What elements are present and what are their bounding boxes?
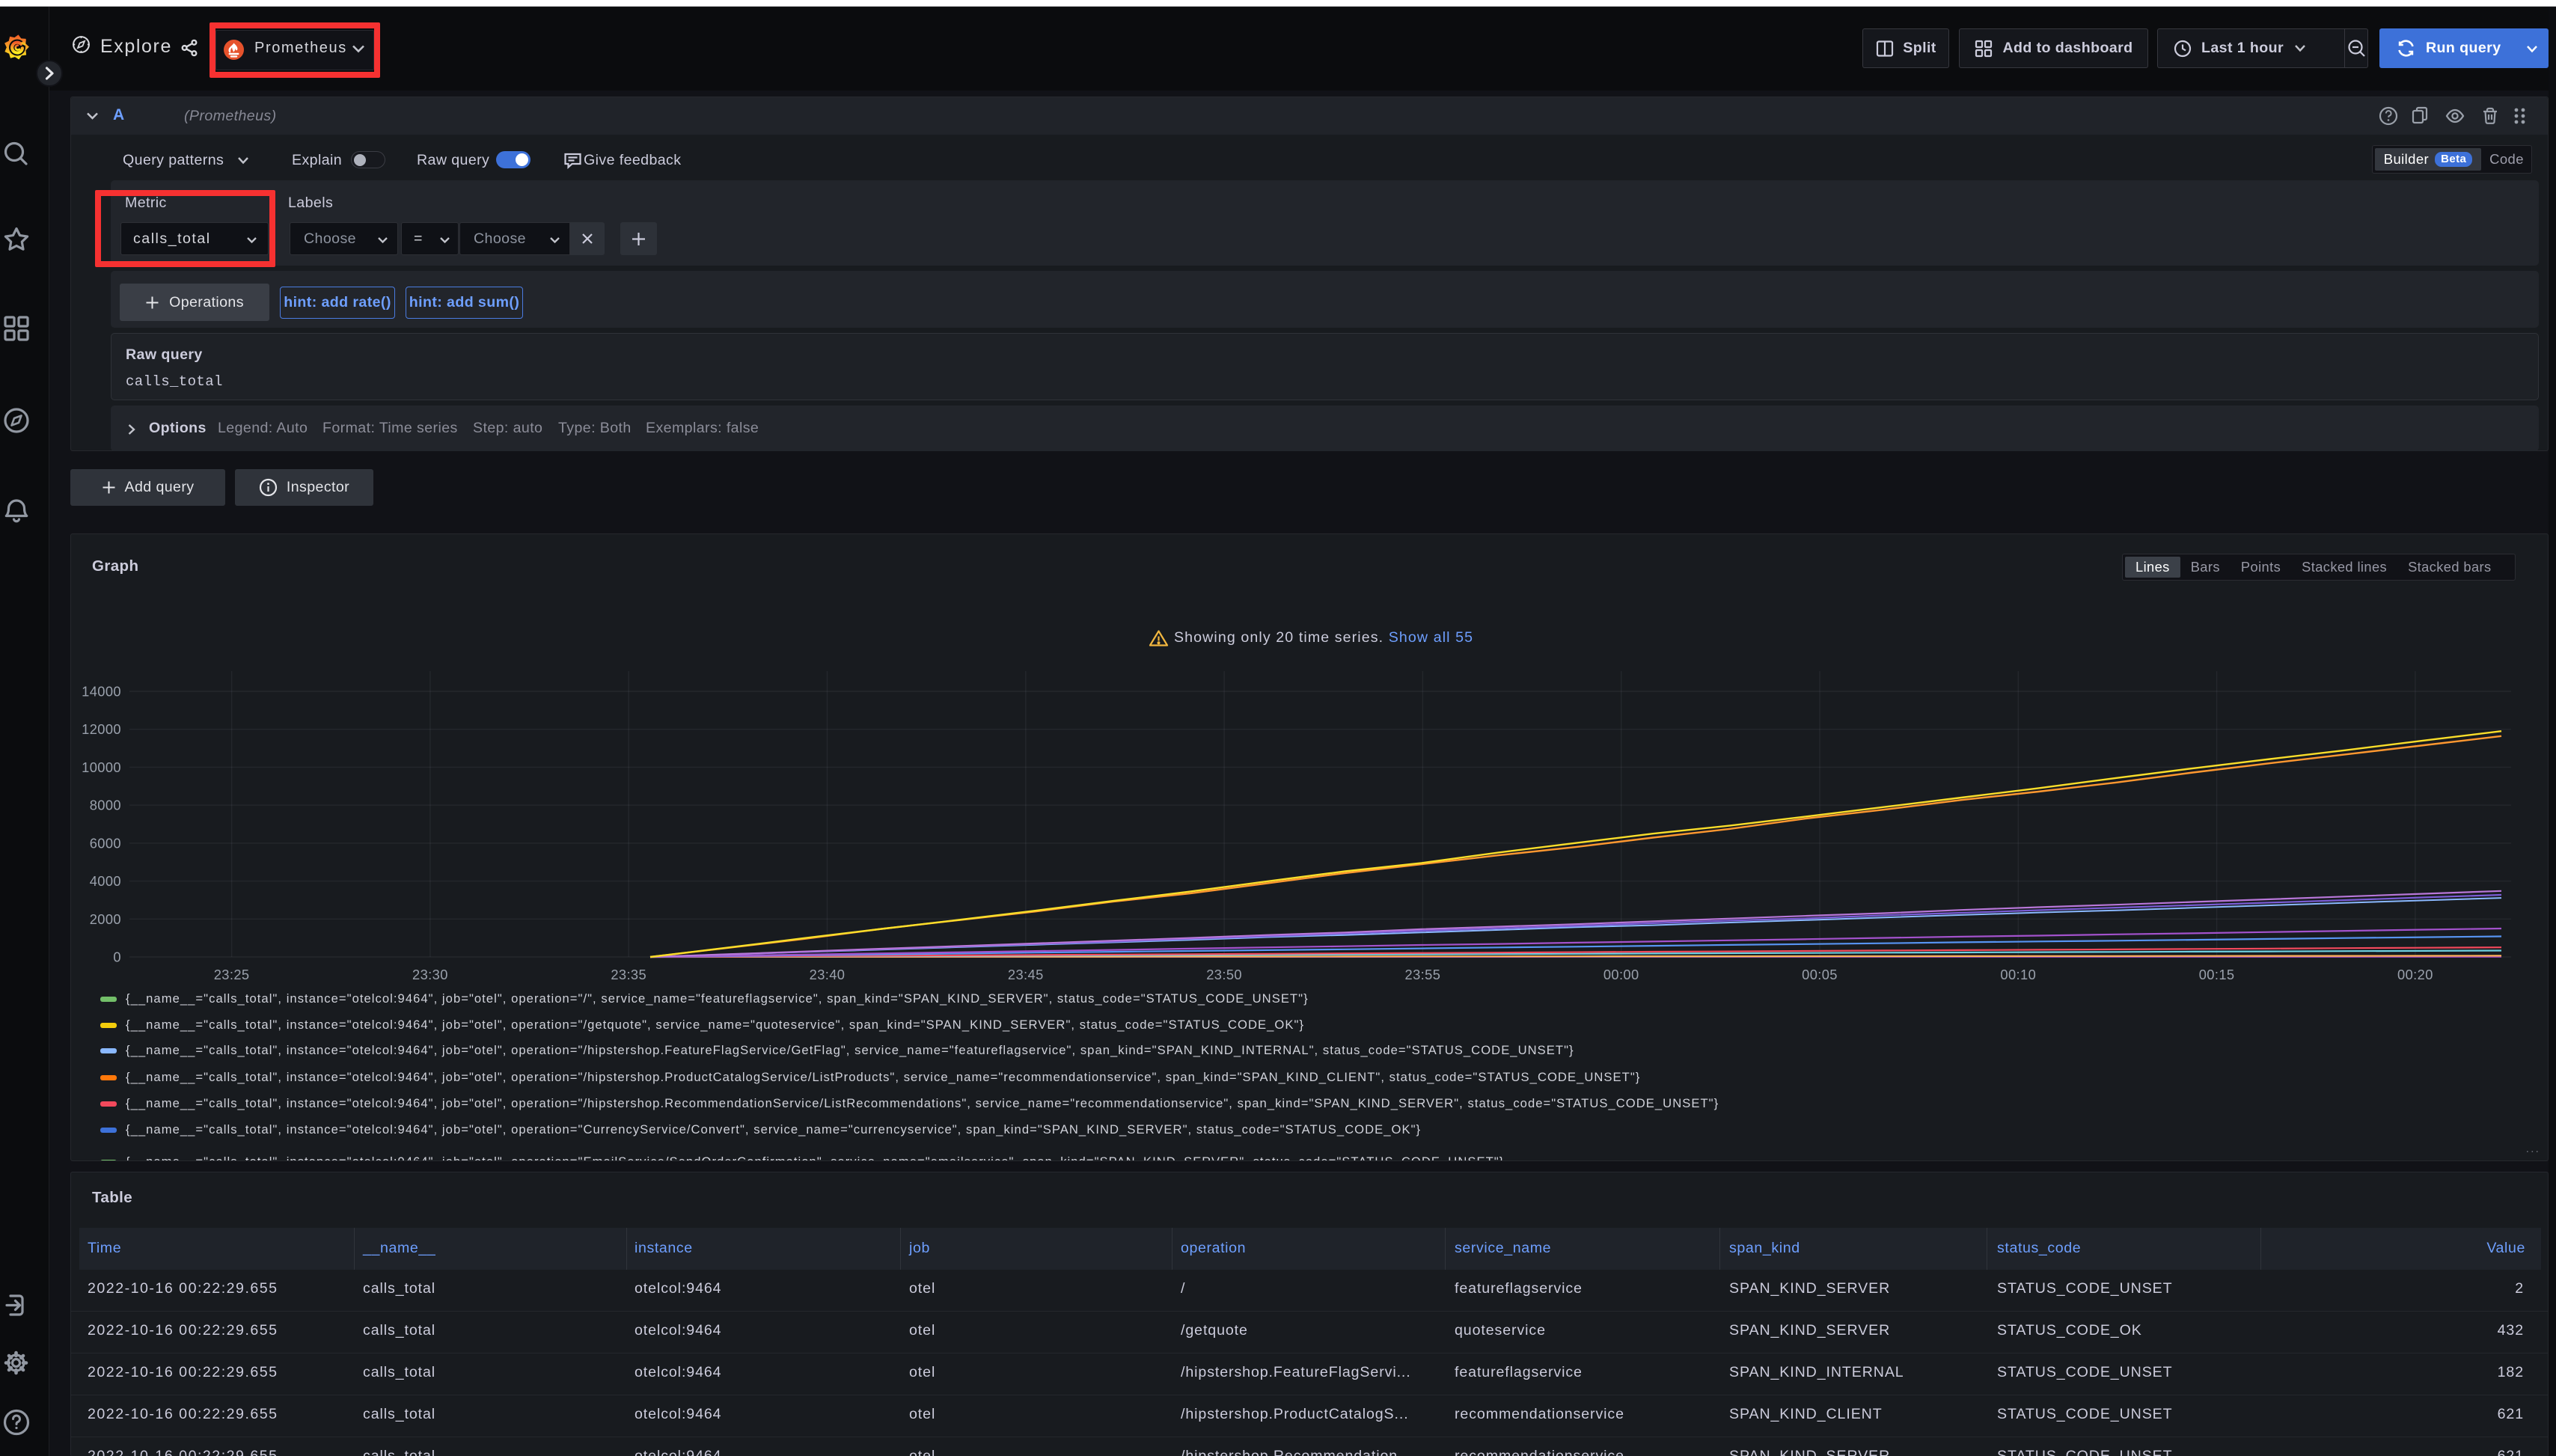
svg-text:23:35: 23:35 xyxy=(611,967,646,982)
svg-text:23:45: 23:45 xyxy=(1008,967,1044,982)
svg-text:23:25: 23:25 xyxy=(214,967,250,982)
svg-text:8000: 8000 xyxy=(90,798,121,813)
svg-text:00:20: 00:20 xyxy=(2397,967,2433,982)
svg-text:0: 0 xyxy=(113,949,121,965)
svg-text:14000: 14000 xyxy=(82,684,121,700)
svg-text:00:05: 00:05 xyxy=(1802,967,1838,982)
svg-text:23:40: 23:40 xyxy=(810,967,846,982)
svg-text:2000: 2000 xyxy=(90,911,121,927)
svg-text:23:55: 23:55 xyxy=(1405,967,1441,982)
svg-text:23:50: 23:50 xyxy=(1206,967,1242,982)
svg-text:4000: 4000 xyxy=(90,873,121,889)
svg-text:12000: 12000 xyxy=(82,721,121,737)
svg-text:23:30: 23:30 xyxy=(412,967,448,982)
svg-text:10000: 10000 xyxy=(82,759,121,775)
svg-text:00:00: 00:00 xyxy=(1603,967,1639,982)
svg-text:00:10: 00:10 xyxy=(2000,967,2036,982)
svg-text:6000: 6000 xyxy=(90,835,121,851)
svg-text:00:15: 00:15 xyxy=(2199,967,2235,982)
